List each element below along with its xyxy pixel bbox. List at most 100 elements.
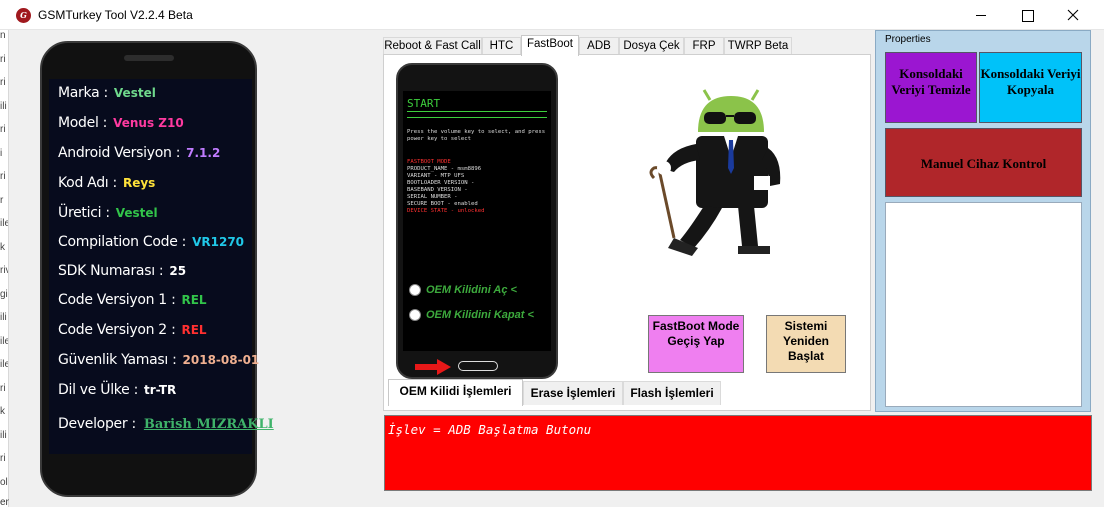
device-info-row: Code Versiyon 2 : REL [58,322,207,338]
device-info-row: Üretici : Vestel [58,205,158,221]
device-info-value: REL [181,293,207,307]
fastboot-phone: START Press the volume key to select, an… [396,63,558,379]
background-fragment: riv [0,265,8,276]
app-root: n ri ri ili ri i ri r ile k riv gi ili ile ile ri k ili ri… [0,0,1104,507]
fastboot-info-line: DEVICE STATE - unlocked [407,208,485,214]
window-body: Marka : Vestel Model : Venus Z10 Android Ver… [9,30,1104,507]
background-fragment: ol [0,476,8,488]
maximize-button[interactable] [1004,0,1050,30]
fastboot-info-line: SECURE BOOT - enabled [407,201,478,207]
fastboot-line [407,111,547,112]
subtab-oem[interactable]: OEM Kilidi İşlemleri [388,379,523,406]
background-fragment: ile [0,359,8,370]
tab-htc[interactable]: HTC [482,37,521,55]
background-fragment: ri [0,453,6,464]
device-info-label: Marka : [58,85,108,101]
device-info-screen: Marka : Vestel Model : Venus Z10 Android Ver… [49,79,274,454]
fastboot-start-label: START [407,97,441,110]
subtab-flash[interactable]: Flash İşlemleri [623,381,721,405]
device-info-label: Dil ve Ülke : [58,382,138,398]
device-info-row: Model : Venus Z10 [58,115,184,131]
android-agent-mascot [649,89,781,256]
device-info-phone: Marka : Vestel Model : Venus Z10 Android Ver… [40,41,274,497]
window-title: GSMTurkey Tool V2.2.4 Beta [38,8,193,22]
close-icon [1067,9,1079,21]
title-bar[interactable]: G GSMTurkey Tool V2.2.4 Beta [0,0,1104,30]
device-info-value: 2018-08-01 [182,353,260,367]
oem-lock-option[interactable]: OEM Kilidini Kapat < [409,306,534,321]
device-info-value: Vestel [113,86,156,100]
developer-label: Developer : [58,416,136,432]
fastboot-info-line: BOOTLOADER VERSION - [407,180,475,186]
background-fragment: i [0,147,3,159]
oem-unlock-radio[interactable] [409,283,421,296]
properties-title: Properties [885,34,931,45]
device-info-value: REL [181,323,207,337]
device-info-row: Android Versiyon : 7.1.2 [58,145,220,161]
device-info-row: Code Versiyon 1 : REL [58,292,207,308]
background-fragment: n [0,30,6,41]
device-info-row: Compilation Code : VR1270 [58,234,244,250]
fastboot-info-line: SERIAL NUMBER - [407,194,458,200]
copy-console-button[interactable]: Konsoldaki Veriyi Kopyala [979,52,1082,123]
device-info-row: Kod Adı : Reys [58,175,155,191]
fastboot-mode-button[interactable]: FastBoot Mode Geçiş Yap [648,315,744,373]
background-fragment: ile [0,335,8,347]
tab-twrp-beta[interactable]: TWRP Beta [724,37,792,55]
restart-system-button[interactable]: Sistemi Yeniden Başlat [766,315,846,373]
log-console[interactable]: İşlev = ADB Başlatma Butonu [384,415,1092,491]
background-fragment: k [0,241,5,253]
fastboot-info-line: BASEBAND VERSION - [407,187,468,193]
device-info-label: Android Versiyon : [58,145,181,161]
device-info-row: Marka : Vestel [58,85,156,101]
background-fragment: ili [0,429,7,441]
background-file-list: n ri ri ili ri i ri r ile k riv gi ili ile ile ri k ili ri… [0,30,9,507]
fastboot-info-line: PRODUCT_NAME - msm8896 [407,166,482,172]
manual-device-control-button[interactable]: Manuel Cihaz Kontrol [885,128,1082,197]
main-tabs: Reboot & Fast Call HTC FastBoot ADB Dosya Çe… [383,35,873,56]
oem-unlock-label: OEM Kilidini Aç < [426,283,517,296]
device-info-row: Güvenlik Yaması : 2018-08-01 [58,352,259,368]
tab-adb[interactable]: ADB [579,37,619,55]
developer-link[interactable]: Barish MIZRAKLI [144,417,274,432]
device-info-label: Code Versiyon 1 : [58,292,176,308]
oem-unlock-option[interactable]: OEM Kilidini Aç < [409,281,517,296]
tab-reboot-fast-call[interactable]: Reboot & Fast Call [383,37,482,55]
device-info-label: SDK Numarası : [58,263,164,279]
tab-frp[interactable]: FRP [684,37,724,55]
fastboot-line [407,117,547,118]
app-logo-icon: G [16,8,31,23]
fastboot-info-line: FASTBOOT MODE [407,159,451,165]
background-fragment: r [0,194,4,206]
phone-home-button [458,361,498,371]
oem-lock-radio[interactable] [409,308,421,321]
clear-console-button[interactable]: Konsoldaki Veriyi Temizle [885,52,977,123]
device-info-value: 7.1.2 [186,146,221,160]
close-button[interactable] [1050,0,1096,30]
device-info-row: Dil ve Ülke : tr-TR [58,382,176,398]
device-info-label: Code Versiyon 2 : [58,322,176,338]
device-info-value: Reys [122,176,156,190]
log-text: İşlev = ADB Başlatma Butonu [388,422,592,437]
device-info-row: SDK Numarası : 25 [58,263,186,279]
device-info-value: Vestel [115,206,158,220]
device-info-value: 25 [169,264,187,278]
background-fragment: ile [0,218,8,229]
subtab-erase[interactable]: Erase İşlemleri [523,381,623,405]
tab-dosya-ek[interactable]: Dosya Çek [619,37,684,55]
background-fragment: ri [0,382,6,394]
fastboot-instructions: Press the volume key to select, and pres… [407,129,546,142]
device-info-label: Üretici : [58,205,110,221]
background-fragment: gi [0,288,8,300]
background-fragment: ri [0,53,6,65]
properties-list[interactable] [885,202,1082,407]
oem-lock-label: OEM Kilidini Kapat < [426,308,534,321]
background-fragment: ri [0,171,6,182]
tab-fastboot[interactable]: FastBoot [521,35,579,56]
background-fragment: k [0,406,5,417]
red-arrow-icon [415,359,451,375]
device-info-value: Venus Z10 [113,116,184,130]
device-info-label: Güvenlik Yaması : [58,352,177,368]
minimize-button[interactable] [958,0,1004,30]
fastboot-tab-panel: START Press the volume key to select, an… [383,54,871,411]
